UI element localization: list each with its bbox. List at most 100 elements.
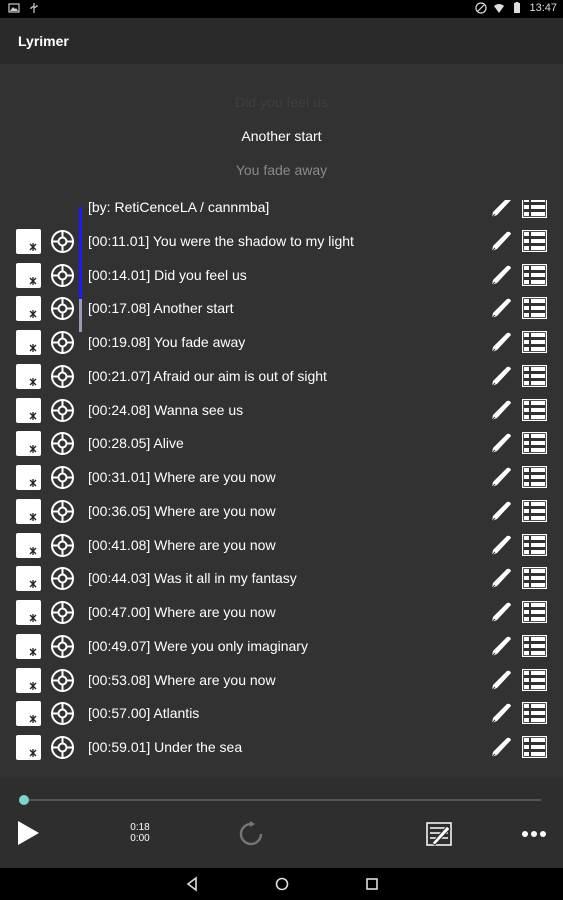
timestamp-button[interactable] <box>16 296 41 322</box>
edit-pen-icon[interactable] <box>489 566 513 590</box>
row-menu-icon[interactable] <box>521 330 548 354</box>
seek-target-icon[interactable] <box>50 330 75 355</box>
row-menu-icon[interactable] <box>521 398 548 421</box>
edit-pen-icon[interactable] <box>489 229 513 253</box>
lyric-row[interactable]: [00:57.00] Atlantis <box>0 696 563 730</box>
row-menu-icon[interactable] <box>521 364 548 387</box>
timestamp-button[interactable] <box>16 667 41 693</box>
edit-pen-icon[interactable] <box>489 701 513 725</box>
seek-target-icon[interactable] <box>50 398 75 423</box>
edit-pen-icon[interactable] <box>489 330 513 354</box>
timestamp-button[interactable] <box>16 465 41 490</box>
timestamp-button[interactable] <box>16 566 41 592</box>
lyric-row[interactable]: [00:31.01] Where are you now <box>0 460 563 494</box>
seek-target-icon[interactable] <box>50 499 75 524</box>
recent-apps-icon[interactable] <box>364 876 380 892</box>
lyric-row[interactable]: [00:14.01] Did you feel us <box>0 258 563 292</box>
timestamp-button[interactable] <box>16 600 41 625</box>
seek-target-icon[interactable] <box>50 465 75 490</box>
edit-pen-icon[interactable] <box>489 499 513 523</box>
row-menu-icon[interactable] <box>521 263 548 286</box>
seek-target-icon[interactable] <box>50 735 75 760</box>
timestamp-button[interactable] <box>16 532 41 558</box>
timestamp-button[interactable] <box>16 228 41 254</box>
edit-pen-icon[interactable] <box>489 634 513 658</box>
edit-pen-icon[interactable] <box>489 465 513 489</box>
edit-pen-icon[interactable] <box>489 398 513 422</box>
lyric-row[interactable]: [00:17.08] Another start <box>0 291 563 325</box>
row-menu-icon[interactable] <box>521 533 548 556</box>
row-menu-icon[interactable] <box>521 702 548 725</box>
seek-target-icon[interactable] <box>50 229 75 254</box>
seek-target-icon[interactable] <box>50 668 75 693</box>
row-menu-icon[interactable] <box>521 229 548 252</box>
more-options-icon[interactable] <box>521 829 547 839</box>
lyric-row[interactable]: [00:44.03] Was it all in my fantasy <box>0 561 563 595</box>
timestamp-button[interactable] <box>16 498 41 524</box>
seek-target-icon[interactable] <box>50 364 75 389</box>
edit-pen-icon[interactable] <box>489 296 513 320</box>
edit-lines-icon[interactable] <box>426 821 452 847</box>
lyric-row[interactable]: [00:19.08] You fade away <box>0 325 563 359</box>
row-menu-icon[interactable] <box>521 735 548 759</box>
preview-next-line: You fade away <box>235 162 328 178</box>
seek-target-icon[interactable] <box>50 296 75 321</box>
lyric-text: [00:59.01] Under the sea <box>88 739 243 755</box>
lyric-row[interactable]: [00:21.07] Afraid our aim is out of sigh… <box>0 359 563 393</box>
back-icon[interactable] <box>184 876 200 892</box>
status-time: 13:47 <box>529 2 557 14</box>
timestamp-button[interactable] <box>16 363 41 389</box>
lyric-row[interactable]: [00:11.01] You were the shadow to my lig… <box>0 224 563 258</box>
row-menu-icon[interactable] <box>521 634 548 657</box>
lyric-row[interactable]: [00:59.01] Under the sea <box>0 730 563 764</box>
edit-pen-icon[interactable] <box>489 533 513 557</box>
row-menu-icon[interactable] <box>521 567 548 590</box>
timestamp-button[interactable] <box>16 633 41 659</box>
lyric-row[interactable]: [00:28.05] Alive <box>0 426 563 460</box>
lyric-row[interactable]: [00:47.00] Where are you now <box>0 595 563 629</box>
seek-target-icon[interactable] <box>50 263 75 288</box>
seek-knob[interactable] <box>19 795 29 805</box>
home-icon[interactable] <box>274 876 290 892</box>
edit-pen-icon[interactable] <box>489 263 513 287</box>
edit-pen-icon[interactable] <box>489 735 513 759</box>
row-menu-icon[interactable] <box>521 200 548 219</box>
lyric-text: [00:24.08] Wanna see us <box>88 401 244 418</box>
lyric-row[interactable]: [00:49.07] Were you only imaginary <box>0 629 563 663</box>
lyric-text: [00:53.08] Where are you now <box>88 671 276 688</box>
row-menu-icon[interactable] <box>521 499 548 522</box>
seek-target-icon[interactable] <box>50 431 75 456</box>
reload-icon[interactable] <box>238 821 264 847</box>
edit-pen-icon[interactable] <box>489 600 513 624</box>
lyric-row[interactable]: [00:36.05] Where are you now <box>0 494 563 528</box>
lyric-text: [by: RetiCenceLA / cannmba] <box>88 200 270 215</box>
edit-pen-icon[interactable] <box>489 431 513 455</box>
timestamp-button[interactable] <box>16 735 41 760</box>
play-button[interactable] <box>15 819 41 847</box>
seek-target-icon[interactable] <box>50 600 75 625</box>
lyric-row[interactable]: [by: RetiCenceLA / cannmba] <box>0 200 563 224</box>
timestamp-button[interactable] <box>16 397 41 423</box>
seek-target-icon[interactable] <box>50 701 75 726</box>
lyric-row[interactable]: [00:41.08] Where are you now <box>0 528 563 562</box>
timestamp-button[interactable] <box>16 701 41 727</box>
edit-pen-icon[interactable] <box>489 200 513 219</box>
lyric-list[interactable]: [by: RetiCenceLA / cannmba] [00:11.01] Yo… <box>0 200 563 778</box>
edit-pen-icon[interactable] <box>489 364 513 388</box>
seek-target-icon[interactable] <box>50 634 75 659</box>
timestamp-button[interactable] <box>16 431 41 457</box>
row-menu-icon[interactable] <box>521 297 548 320</box>
row-menu-icon[interactable] <box>521 432 548 455</box>
row-menu-icon[interactable] <box>521 600 548 624</box>
seek-target-icon[interactable] <box>50 533 75 558</box>
edit-pen-icon[interactable] <box>489 668 513 692</box>
timestamp-button[interactable] <box>16 330 41 355</box>
seek-bar[interactable] <box>19 795 541 805</box>
lyric-row[interactable]: [00:53.08] Where are you now <box>0 663 563 697</box>
timestamp-button[interactable] <box>16 262 41 288</box>
lyric-row[interactable]: [00:24.08] Wanna see us <box>0 393 563 427</box>
seek-target-icon[interactable] <box>50 566 75 591</box>
row-menu-icon[interactable] <box>521 668 548 691</box>
row-menu-icon[interactable] <box>521 465 548 489</box>
lyric-text: [00:36.05] Where are you now <box>88 502 276 519</box>
